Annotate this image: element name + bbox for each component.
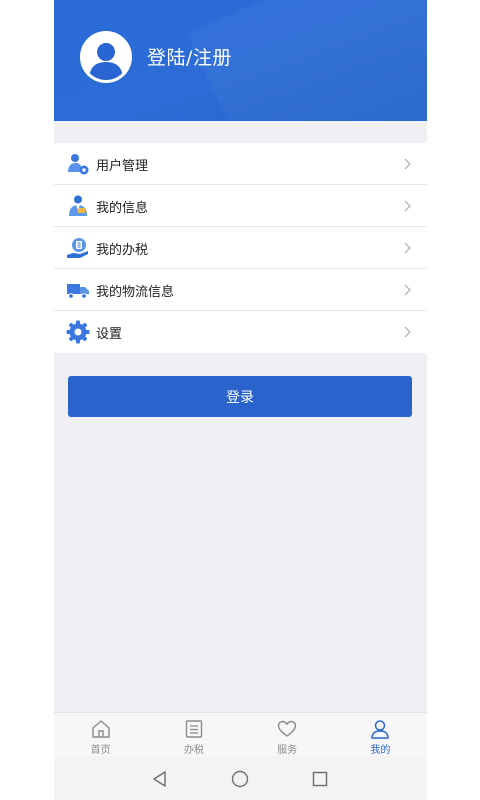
tab-mine[interactable]: 我的 xyxy=(334,713,427,757)
tab-label: 首页 xyxy=(90,745,111,756)
list-icon xyxy=(185,720,203,738)
tab-services[interactable]: 服务 xyxy=(241,713,334,757)
person-icon xyxy=(371,720,390,739)
tax-hand-icon xyxy=(67,238,88,258)
chevron-right-icon xyxy=(404,242,411,254)
tab-label: 服务 xyxy=(277,745,298,756)
chevron-right-icon xyxy=(404,284,411,296)
system-nav-bar xyxy=(54,757,427,800)
truck-icon xyxy=(67,284,89,299)
menu-item-my-tax[interactable]: 我的办税 xyxy=(54,227,427,269)
menu-item-settings[interactable]: 设置 xyxy=(54,311,427,353)
user-gear-icon xyxy=(68,154,89,175)
person-info-icon xyxy=(69,195,87,216)
login-button[interactable]: 登录 xyxy=(68,376,412,417)
chevron-right-icon xyxy=(404,158,411,170)
menu-label: 设置 xyxy=(96,327,123,342)
home-circle-icon[interactable] xyxy=(231,770,249,788)
profile-header: 登陆/注册 xyxy=(54,0,427,121)
app-screen: 登陆/注册 用户管理 我的信息 我的办税 我的物流信息 设置 登录 首页 办税 … xyxy=(54,0,427,800)
home-icon xyxy=(91,720,110,738)
menu-label: 我的物流信息 xyxy=(96,285,175,300)
tab-tax[interactable]: 办税 xyxy=(147,713,240,757)
tab-home[interactable]: 首页 xyxy=(54,713,147,757)
gear-icon xyxy=(66,320,90,344)
menu-item-my-info[interactable]: 我的信息 xyxy=(54,185,427,227)
login-register-link[interactable]: 登陆/注册 xyxy=(147,43,232,70)
bottom-tab-bar: 首页 办税 服务 我的 xyxy=(54,712,427,757)
user-avatar-icon[interactable] xyxy=(80,31,132,83)
chevron-right-icon xyxy=(404,326,411,338)
tab-label: 办税 xyxy=(183,745,204,756)
recents-square-icon[interactable] xyxy=(311,770,329,788)
chevron-right-icon xyxy=(404,200,411,212)
menu-item-my-logistics[interactable]: 我的物流信息 xyxy=(54,269,427,311)
menu-label: 我的办税 xyxy=(96,243,149,258)
back-triangle-icon[interactable] xyxy=(151,770,169,788)
profile-menu: 用户管理 我的信息 我的办税 我的物流信息 设置 xyxy=(54,143,427,353)
menu-label: 用户管理 xyxy=(96,159,149,174)
menu-label: 我的信息 xyxy=(96,201,149,216)
tab-label: 我的 xyxy=(370,745,391,756)
heart-icon xyxy=(277,720,297,737)
menu-item-user-management[interactable]: 用户管理 xyxy=(54,143,427,185)
